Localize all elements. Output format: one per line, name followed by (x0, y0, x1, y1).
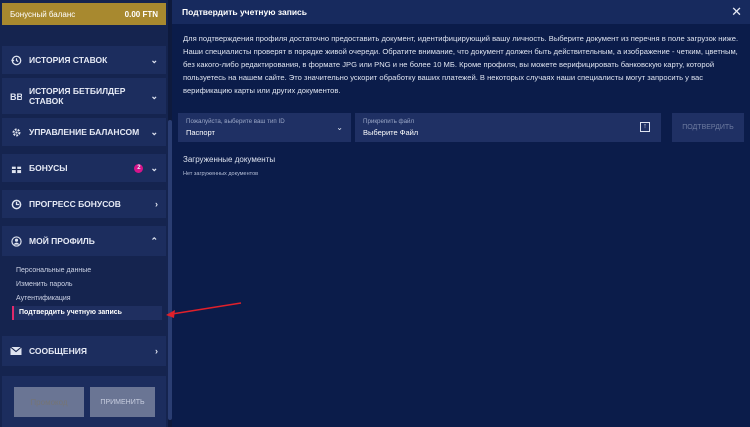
page-title: Подтвердить учетную запись (182, 7, 308, 17)
bonus-balance-value: 0.00 FTN (124, 9, 158, 19)
betbuilder-icon: BB (10, 90, 22, 102)
chevron-up-icon: ⌃ (150, 235, 158, 246)
notification-badge: 2 (134, 163, 144, 173)
sidebar-item-label: ИСТОРИЯ БЕТБИЛДЕР СТАВОК (29, 86, 126, 106)
document-type-placeholder: Пожалуйста, выберите ваш тип ID (186, 118, 285, 125)
chevron-down-icon: ⌄ (150, 90, 158, 101)
verification-description: Для подтверждения профиля достаточно пре… (183, 34, 739, 95)
promo-section: ПРИМЕНИТЬ (2, 376, 166, 427)
sidebar-item-betbuilder-history[interactable]: BB ИСТОРИЯ БЕТБИЛДЕР СТАВОК ⌄ (2, 78, 166, 114)
svg-text:BB: BB (10, 92, 22, 101)
envelope-icon (10, 345, 22, 357)
sidebar-item-bet-history[interactable]: ИСТОРИЯ СТАВОК ⌄ (2, 46, 166, 74)
user-icon (10, 235, 22, 247)
uploaded-documents-empty: Нет загруженных документов (183, 171, 259, 177)
submenu-item-personal-data[interactable]: Персональные данные (16, 267, 91, 274)
sidebar: Бонусный баланс 0.00 FTN ИСТОРИЯ СТАВОК … (0, 0, 172, 427)
sidebar-item-messages[interactable]: СООБЩЕНИЯ › (2, 336, 166, 366)
history-icon (10, 54, 22, 66)
sidebar-item-balance-management[interactable]: УПРАВЛЕНИЕ БАЛАНСОМ ⌄ (2, 118, 166, 146)
chevron-down-icon: ⌄ (150, 126, 158, 137)
gear-icon (10, 126, 22, 138)
uploaded-documents-title: Загруженные документы (183, 155, 276, 164)
confirm-button[interactable]: ПОДТВЕРДИТЬ (672, 113, 744, 142)
sidebar-item-label: МОЙ ПРОФИЛЬ (29, 236, 95, 246)
document-type-select[interactable]: Пожалуйста, выберите ваш тип ID Паспорт … (178, 113, 351, 142)
sidebar-item-my-profile[interactable]: МОЙ ПРОФИЛЬ ⌃ (2, 226, 166, 256)
bonus-balance-label: Бонусный баланс (10, 9, 76, 19)
sidebar-item-bonus-progress[interactable]: ПРОГРЕСС БОНУСОВ › (2, 190, 166, 218)
bonus-balance: Бонусный баланс 0.00 FTN (2, 3, 166, 25)
chevron-down-icon: ⌄ (150, 162, 158, 173)
sidebar-item-label: ПРОГРЕСС БОНУСОВ (29, 199, 121, 209)
sidebar-item-label: СООБЩЕНИЯ (29, 346, 87, 356)
file-upload-placeholder: Прикрепить файл (363, 118, 415, 125)
sidebar-item-label: УПРАВЛЕНИЕ БАЛАНСОМ (29, 127, 140, 137)
chevron-right-icon: › (155, 346, 158, 356)
upload-icon[interactable]: ↑ (640, 122, 650, 132)
close-icon[interactable]: ✕ (731, 4, 742, 20)
apply-promo-button[interactable]: ПРИМЕНИТЬ (90, 387, 155, 417)
submenu-item-verify-account[interactable]: Подтвердить учетную запись (12, 306, 162, 320)
profile-submenu: Персональные данные Изменить пароль Ауте… (2, 258, 166, 325)
chevron-right-icon: › (155, 199, 158, 209)
sidebar-item-label: БОНУСЫ (29, 163, 68, 173)
chevron-down-icon: ⌄ (150, 54, 158, 65)
progress-icon (10, 198, 22, 210)
file-upload-field[interactable]: Прикрепить файл Выберите Файл ↑ (355, 113, 661, 142)
chevron-down-icon: ⌄ (336, 123, 343, 132)
submenu-item-change-password[interactable]: Изменить пароль (16, 281, 73, 288)
panel-header: Подтвердить учетную запись (172, 0, 750, 24)
verify-account-panel: Подтвердить учетную запись ✕ Для подтвер… (172, 0, 750, 427)
submenu-item-authentication[interactable]: Аутентификация (16, 295, 71, 302)
file-upload-value: Выберите Файл (363, 128, 419, 137)
promo-code-input[interactable] (14, 387, 84, 417)
sidebar-item-bonuses[interactable]: БОНУСЫ 2 ⌄ (2, 154, 166, 182)
gift-icon (10, 162, 22, 174)
sidebar-item-label: ИСТОРИЯ СТАВОК (29, 55, 108, 65)
document-type-value: Паспорт (186, 128, 215, 137)
